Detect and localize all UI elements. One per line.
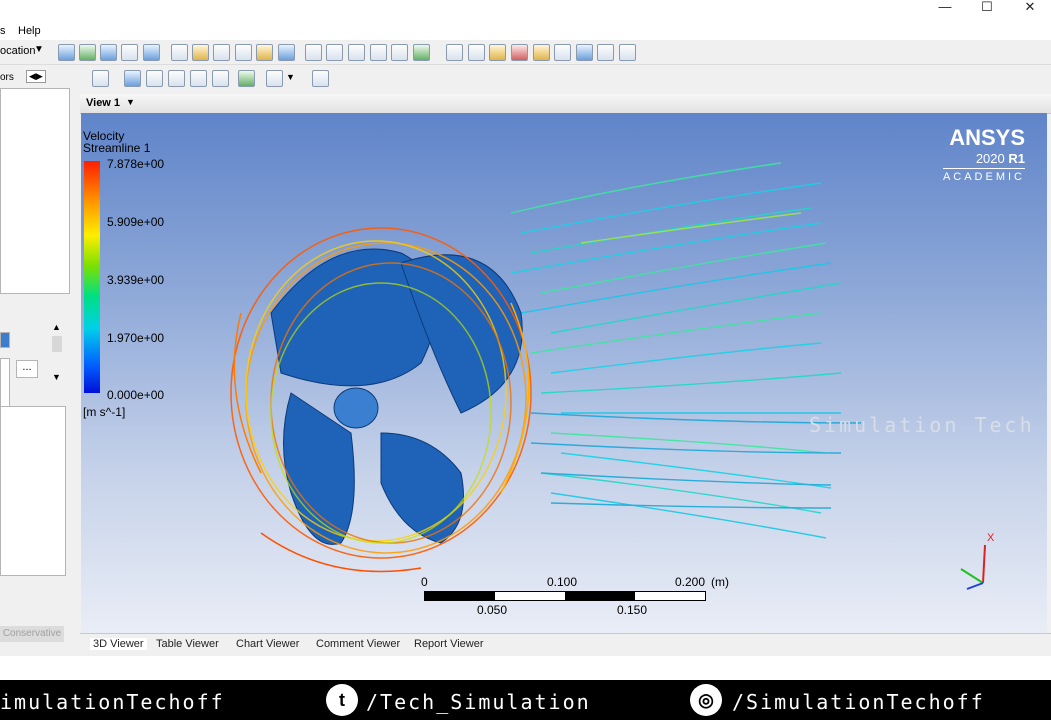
rotate-icon[interactable]	[124, 70, 141, 87]
maximize-button[interactable]: ☐	[967, 0, 1007, 16]
twitter-handle: /Tech_Simulation	[366, 690, 591, 714]
brand-release: R1	[1008, 151, 1025, 166]
axis-label-x: X	[987, 532, 995, 544]
select-icon[interactable]	[92, 70, 109, 87]
volume-icon[interactable]	[143, 44, 160, 61]
scale-bar-graphic	[424, 591, 706, 601]
view-selector-bar: View 1 ▼	[80, 94, 1051, 114]
tab-comment-viewer[interactable]: Comment Viewer	[316, 638, 400, 650]
menu-item-cut[interactable]: s	[0, 25, 6, 37]
streamline-icon[interactable]	[100, 44, 117, 61]
outline-tree[interactable]	[0, 88, 70, 294]
close-button[interactable]: ✕	[1010, 0, 1050, 16]
tab-3d-viewer[interactable]: 3D Viewer	[90, 638, 147, 650]
scale-label: 0.050	[477, 603, 508, 617]
viewer-toolbar: ▼	[80, 66, 1051, 92]
axis-triad: X	[960, 532, 995, 590]
mesh-icon[interactable]	[597, 44, 614, 61]
vector-icon[interactable]	[58, 44, 75, 61]
menu-bar: s Help	[0, 22, 1051, 40]
probe-icon[interactable]	[489, 44, 506, 61]
expression-icon[interactable]	[305, 44, 322, 61]
particle-track-icon[interactable]	[171, 44, 188, 61]
tab-report-viewer[interactable]: Report Viewer	[414, 638, 484, 650]
instagram-handle: /SimulationTechoff	[732, 690, 985, 714]
conservative-button[interactable]: Conservative	[0, 626, 64, 642]
macro-icon[interactable]	[533, 44, 550, 61]
chevron-down-icon[interactable]: ▼	[34, 44, 44, 55]
view-selector[interactable]: View 1	[86, 97, 120, 109]
brand-edition: ACADEMIC	[942, 168, 1025, 183]
fit-view-icon[interactable]	[212, 70, 229, 87]
minimize-button[interactable]: —	[925, 0, 965, 16]
left-panel: ors ◀▶ ▲ ▼ ... Conservative	[0, 66, 78, 656]
case-compare-icon[interactable]	[576, 44, 593, 61]
tab-chart-viewer[interactable]: Chart Viewer	[236, 638, 299, 650]
line-icon[interactable]	[213, 44, 230, 61]
scale-label: 0.150	[617, 603, 648, 617]
variable-icon[interactable]	[326, 44, 343, 61]
social-banner: imulationTechoff t /Tech_Simulation ◎ /S…	[0, 680, 1051, 720]
social-left-text: imulationTechoff	[0, 690, 225, 714]
chart-icon[interactable]	[370, 44, 387, 61]
left-panel-tab[interactable]: ors	[0, 72, 14, 83]
polyline-icon[interactable]	[256, 44, 273, 61]
brand-year: 2020	[975, 151, 1005, 166]
scale-label: 0.200	[675, 575, 706, 589]
command-icon[interactable]	[619, 44, 636, 61]
isosurface-icon[interactable]	[121, 44, 138, 61]
contour-icon[interactable]	[79, 44, 96, 61]
text-icon[interactable]	[391, 44, 408, 61]
clock-icon[interactable]	[446, 44, 463, 61]
instagram-icon: ◎	[690, 684, 722, 716]
table-icon[interactable]	[348, 44, 365, 61]
chevron-down-icon[interactable]: ▼	[286, 72, 295, 82]
title-bar: — ☐ ✕	[0, 0, 1051, 22]
3d-viewport[interactable]: Velocity Streamline 1 7.878e+00 5.909e+0…	[81, 113, 1047, 633]
animation-icon[interactable]	[468, 44, 485, 61]
plane-icon[interactable]	[235, 44, 252, 61]
details-pane[interactable]	[0, 406, 66, 576]
viewer-tabs: 3D Viewer Table Viewer Chart Viewer Comm…	[80, 633, 1051, 656]
scroll-down-icon[interactable]: ▼	[52, 372, 61, 382]
twitter-icon: t	[326, 684, 358, 716]
zoom-icon[interactable]	[168, 70, 185, 87]
tab-table-viewer[interactable]: Table Viewer	[156, 638, 219, 650]
location-dropdown-label[interactable]: ocation	[0, 45, 35, 57]
highlight-icon[interactable]	[238, 70, 255, 87]
chevron-down-icon[interactable]: ▼	[126, 97, 135, 107]
tab-scroll-arrows-icon[interactable]: ◀▶	[26, 70, 46, 83]
calculator-icon[interactable]	[554, 44, 571, 61]
help-icon[interactable]	[312, 70, 329, 87]
scale-bar: 0 0.100 0.200 (m) 0.050 0.150	[421, 575, 729, 617]
status-gap	[0, 656, 1051, 680]
ellipsis-button[interactable]: ...	[16, 360, 38, 378]
quick-edit-icon[interactable]	[511, 44, 528, 61]
scroll-up-icon[interactable]: ▲	[52, 322, 61, 332]
menu-item-help[interactable]: Help	[18, 25, 41, 37]
sphere-icon[interactable]	[278, 44, 295, 61]
ansys-branding: ANSYS 2020 R1 ACADEMIC	[942, 125, 1025, 183]
dropdown-icon[interactable]	[0, 332, 10, 348]
propeller	[270, 248, 523, 545]
zoom-box-icon[interactable]	[190, 70, 207, 87]
brand-version: 2020 R1	[943, 151, 1025, 166]
figure-icon[interactable]	[413, 44, 430, 61]
main-toolbar: ocation ▼	[0, 40, 1051, 65]
brand-product: ANSYS	[949, 125, 1025, 150]
viewport-layout-icon[interactable]	[266, 70, 283, 87]
scrollbar-thumb[interactable]	[52, 336, 62, 352]
scale-label: 0	[421, 575, 428, 589]
scale-label: 0.100	[547, 575, 578, 589]
point-icon[interactable]	[192, 44, 209, 61]
scale-unit: (m)	[711, 575, 729, 589]
pan-icon[interactable]	[146, 70, 163, 87]
propeller-streamline-scene	[230, 162, 862, 573]
watermark-text: Simulation Tech	[809, 413, 1035, 437]
